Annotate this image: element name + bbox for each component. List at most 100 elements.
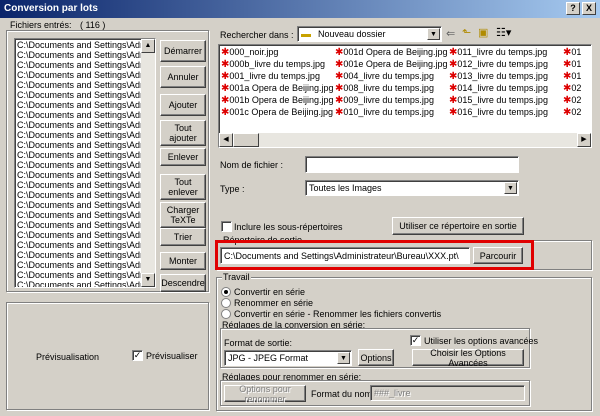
list-item[interactable]: C:\Documents and Settings\Admini bbox=[15, 260, 141, 270]
convert-radio[interactable] bbox=[221, 287, 231, 297]
file-item[interactable]: ✱02 bbox=[563, 95, 581, 106]
scroll-left-icon[interactable]: ◀ bbox=[219, 133, 233, 147]
subdirs-checkbox[interactable] bbox=[221, 221, 232, 232]
file-item[interactable]: ✱000b_livre du temps.jpg bbox=[221, 59, 325, 70]
close-button[interactable]: X bbox=[582, 2, 596, 15]
list-item[interactable]: C:\Documents and Settings\Admini bbox=[15, 200, 141, 210]
list-item[interactable]: C:\Documents and Settings\Admini bbox=[15, 130, 141, 140]
file-item[interactable]: ✱02 bbox=[563, 83, 581, 94]
file-item[interactable]: ✱010_livre du temps.jpg bbox=[335, 107, 434, 118]
list-item[interactable]: C:\Documents and Settings\Admini bbox=[15, 140, 141, 150]
list-item[interactable]: C:\Documents and Settings\Admini bbox=[15, 220, 141, 230]
file-item[interactable]: ✱000_noir.jpg bbox=[221, 47, 278, 58]
list-item[interactable]: C:\Documents and Settings\Admini bbox=[15, 240, 141, 250]
file-item[interactable]: ✱02 bbox=[563, 107, 581, 118]
scroll-right-icon[interactable]: ▶ bbox=[577, 133, 591, 147]
name-format-input[interactable]: ###_livre bbox=[370, 385, 525, 401]
view-menu-icon[interactable]: ☷▾ bbox=[496, 26, 511, 39]
convert-radio-label: Convertir en série bbox=[234, 287, 306, 297]
rename-radio[interactable] bbox=[221, 298, 231, 308]
new-folder-icon[interactable]: ▣ bbox=[478, 26, 488, 39]
up-folder-icon[interactable]: ⬑ bbox=[462, 26, 471, 39]
start-button[interactable]: Démarrer bbox=[160, 40, 206, 62]
name-format-value: ###_livre bbox=[374, 388, 411, 398]
file-item[interactable]: ✱001d Opera de Beijing.jpg bbox=[335, 47, 447, 58]
help-button[interactable]: ? bbox=[566, 2, 580, 15]
move-up-button[interactable]: Monter bbox=[160, 252, 206, 270]
file-browser-hscroll[interactable]: ◀ ▶ bbox=[219, 133, 591, 147]
filename-input[interactable] bbox=[305, 156, 519, 173]
list-item[interactable]: C:\Documents and Settings\Admini bbox=[15, 120, 141, 130]
list-item[interactable]: C:\Documents and Settings\Admini bbox=[15, 40, 141, 50]
add-all-button[interactable]: Tout ajouter bbox=[160, 120, 206, 146]
list-item[interactable]: C:\Documents and Settings\Admini bbox=[15, 90, 141, 100]
scroll-down-icon[interactable]: ▼ bbox=[141, 273, 155, 287]
file-item[interactable]: ✱011_livre du temps.jpg bbox=[449, 47, 547, 58]
input-files-scrollbar[interactable]: ▲ ▼ bbox=[141, 39, 155, 287]
file-item[interactable]: ✱01 bbox=[563, 71, 581, 82]
file-item[interactable]: ✱012_livre du temps.jpg bbox=[449, 59, 548, 70]
file-item[interactable]: ✱009_livre du temps.jpg bbox=[335, 95, 434, 106]
file-item[interactable]: ✱015_livre du temps.jpg bbox=[449, 95, 548, 106]
file-name: 000b_livre du temps.jpg bbox=[229, 59, 325, 69]
list-item[interactable]: C:\Documents and Settings\Admini bbox=[15, 110, 141, 120]
file-browser-list[interactable]: ✱000_noir.jpg ✱000b_livre du temps.jpg ✱00… bbox=[218, 44, 592, 148]
remove-button[interactable]: Enlever bbox=[160, 148, 206, 166]
list-item[interactable]: C:\Documents and Settings\Admini bbox=[15, 270, 141, 280]
input-files-list[interactable]: C:\Documents and Settings\AdminiC:\Docum… bbox=[14, 38, 156, 288]
file-item[interactable]: ✱01 bbox=[563, 59, 581, 70]
type-combo[interactable]: Toutes les Images ▼ bbox=[305, 180, 519, 196]
file-item[interactable]: ✱004_livre du temps.jpg bbox=[335, 71, 434, 82]
advanced-options-checkbox[interactable]: ✓ bbox=[410, 335, 421, 346]
look-in-combo[interactable]: ▬ Nouveau dossier ▼ bbox=[297, 26, 442, 42]
rename-options-button[interactable]: Options pour renommer bbox=[224, 384, 306, 404]
move-down-button[interactable]: Descendre bbox=[160, 274, 206, 292]
file-item[interactable]: ✱013_livre du temps.jpg bbox=[449, 71, 548, 82]
chevron-down-icon[interactable]: ▼ bbox=[427, 28, 440, 40]
list-item[interactable]: C:\Documents and Settings\Admini bbox=[15, 60, 141, 70]
options-button[interactable]: Options bbox=[358, 349, 394, 366]
file-item[interactable]: ✱001b Opera de Beijing.jpg bbox=[221, 95, 333, 106]
file-item[interactable]: ✱001c Opera de Beijing.jpg bbox=[221, 107, 333, 118]
list-item[interactable]: C:\Documents and Settings\Admini bbox=[15, 80, 141, 90]
chevron-down-icon[interactable]: ▼ bbox=[337, 352, 350, 364]
remove-all-button[interactable]: Tout enlever bbox=[160, 174, 206, 200]
file-item[interactable]: ✱008_livre du temps.jpg bbox=[335, 83, 434, 94]
list-item[interactable]: C:\Documents and Settings\Admini bbox=[15, 100, 141, 110]
list-item[interactable]: C:\Documents and Settings\Admini bbox=[15, 160, 141, 170]
list-item[interactable]: C:\Documents and Settings\Admini bbox=[15, 280, 141, 287]
hscroll-thumb[interactable] bbox=[233, 133, 259, 147]
list-item[interactable]: C:\Documents and Settings\Admini bbox=[15, 230, 141, 240]
preview-checkbox[interactable]: ✓ bbox=[132, 350, 143, 361]
advanced-options-button[interactable]: Choisir les Options Avancées bbox=[412, 348, 524, 368]
list-item[interactable]: C:\Documents and Settings\Admini bbox=[15, 180, 141, 190]
file-item[interactable]: ✱001a Opera de Beijing.jpg bbox=[221, 83, 333, 94]
list-item[interactable]: C:\Documents and Settings\Admini bbox=[15, 190, 141, 200]
file-item[interactable]: ✱001e Opera de Beijing.jpg bbox=[335, 59, 447, 70]
list-item[interactable]: C:\Documents and Settings\Admini bbox=[15, 170, 141, 180]
list-item[interactable]: C:\Documents and Settings\Admini bbox=[15, 210, 141, 220]
list-item[interactable]: C:\Documents and Settings\Admini bbox=[15, 250, 141, 260]
file-item[interactable]: ✱01 bbox=[563, 47, 581, 58]
chevron-down-icon[interactable]: ▼ bbox=[504, 182, 517, 194]
back-icon[interactable]: ⇐ bbox=[446, 27, 455, 40]
file-name: 000_noir.jpg bbox=[229, 47, 279, 57]
file-item[interactable]: ✱014_livre du temps.jpg bbox=[449, 83, 548, 94]
output-path-input[interactable]: C:\Documents and Settings\Administrateur… bbox=[220, 247, 470, 264]
list-item[interactable]: C:\Documents and Settings\Admini bbox=[15, 50, 141, 60]
convert-rename-radio[interactable] bbox=[221, 309, 231, 319]
add-button[interactable]: Ajouter bbox=[160, 94, 206, 116]
list-item[interactable]: C:\Documents and Settings\Admini bbox=[15, 150, 141, 160]
scroll-up-icon[interactable]: ▲ bbox=[141, 39, 155, 53]
sort-button[interactable]: Trier bbox=[160, 228, 206, 246]
file-name: 001b Opera de Beijing.jpg bbox=[229, 95, 334, 105]
filename-label: Nom de fichier : bbox=[220, 160, 284, 170]
list-item[interactable]: C:\Documents and Settings\Admini bbox=[15, 70, 141, 80]
file-item[interactable]: ✱001_livre du temps.jpg bbox=[221, 71, 320, 82]
browse-button[interactable]: Parcourir bbox=[473, 247, 523, 264]
output-format-combo[interactable]: JPG - JPEG Format ▼ bbox=[224, 350, 352, 366]
file-item[interactable]: ✱016_livre du temps.jpg bbox=[449, 107, 548, 118]
cancel-button[interactable]: Annuler bbox=[160, 66, 206, 88]
use-directory-button[interactable]: Utiliser ce répertoire en sortie bbox=[392, 217, 524, 235]
load-text-button[interactable]: Charger TeXTe bbox=[160, 202, 206, 228]
